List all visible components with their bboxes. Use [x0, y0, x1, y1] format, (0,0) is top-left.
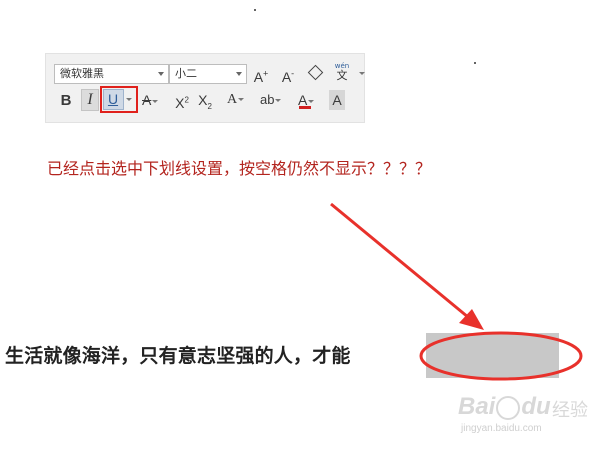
baidu-logo: Bai du [458, 393, 551, 420]
annotation-ellipse [419, 331, 583, 381]
baidu-watermark: Bai du 经验 jingyan.baidu.com [458, 393, 598, 443]
watermark-url: jingyan.baidu.com [461, 423, 542, 434]
annotation-arrow-line [330, 202, 475, 324]
annotation-overlay [330, 202, 583, 381]
screenshot-canvas: 微软雅黑 小二 A+ A- wén 文 B I U A X2 X2 A ab A… [0, 0, 600, 450]
paw-icon [496, 395, 521, 420]
watermark-brand: 经验 [552, 400, 588, 421]
